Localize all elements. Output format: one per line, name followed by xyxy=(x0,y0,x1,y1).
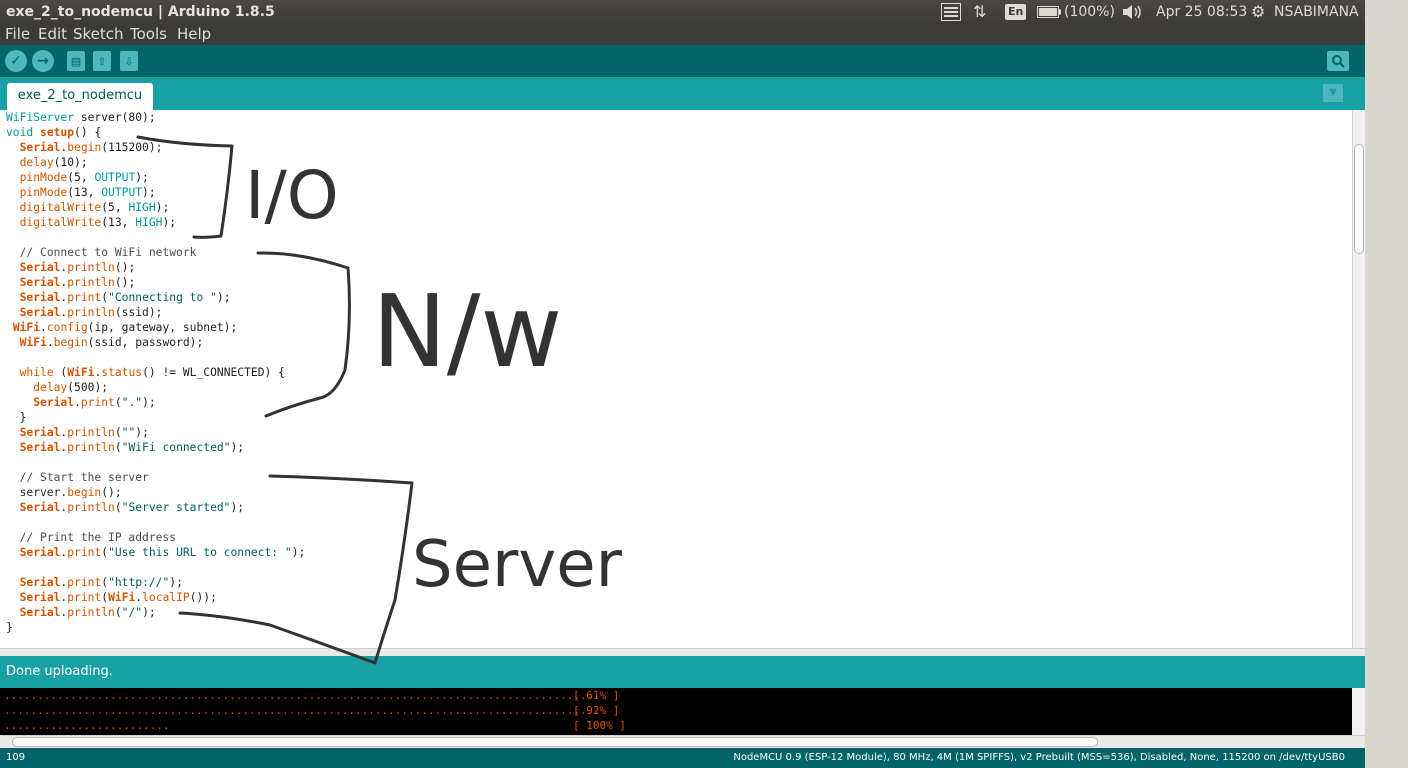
menu-edit[interactable]: Edit xyxy=(38,25,67,44)
status-message: Done uploading. xyxy=(6,664,113,679)
language-label: En xyxy=(1005,4,1027,20)
console-horizontal-scrollbar[interactable] xyxy=(0,735,1365,748)
open-button[interactable]: ⇧ xyxy=(93,51,111,71)
toolbar: ✓ → ▤ ⇧ ⇩ xyxy=(0,45,1365,77)
menu-file[interactable]: File xyxy=(5,25,30,44)
tab-sketch[interactable]: exe_2_to_nodemcu xyxy=(7,83,153,110)
list-menu-icon[interactable] xyxy=(941,0,961,24)
console-vertical-scrollbar[interactable] xyxy=(1352,688,1365,735)
upload-button[interactable]: → xyxy=(32,50,54,72)
menu-help[interactable]: Help xyxy=(177,25,211,44)
window-title: exe_2_to_nodemcu | Arduino 1.8.5 xyxy=(6,4,275,20)
menu-tools[interactable]: Tools xyxy=(130,25,167,44)
user-name[interactable]: NSABIMANA xyxy=(1274,0,1359,24)
volume-icon[interactable] xyxy=(1123,0,1143,24)
arrow-down-icon: ⇩ xyxy=(124,54,134,68)
desktop-background xyxy=(1365,0,1408,768)
check-icon: ✓ xyxy=(10,53,22,69)
battery-percent: (100%) xyxy=(1064,4,1115,20)
console-line: ........................................… xyxy=(4,689,620,702)
chevron-down-icon: ▼ xyxy=(1329,87,1337,98)
code-text: WiFiServer server(80); void setup() { Se… xyxy=(6,111,306,634)
tab-menu-button[interactable]: ▼ xyxy=(1323,84,1343,102)
board-info-bar: 109 NodeMCU 0.9 (ESP-12 Module), 80 MHz,… xyxy=(0,748,1365,768)
keyboard-language-indicator[interactable]: En xyxy=(1005,0,1027,24)
clock[interactable]: Apr 25 08:53 xyxy=(1156,0,1247,24)
console-line: .........................[ 100% ] xyxy=(4,719,626,732)
new-file-icon: ▤ xyxy=(70,54,82,68)
console-line: ........................................… xyxy=(4,704,620,717)
network-transfer-icon[interactable]: ⇅ xyxy=(973,0,986,24)
serial-monitor-button[interactable] xyxy=(1327,51,1349,71)
status-bar: Done uploading. xyxy=(0,656,1365,688)
battery-indicator[interactable]: (100%) xyxy=(1037,0,1115,24)
gear-icon[interactable]: ⚙ xyxy=(1251,0,1265,24)
verify-button[interactable]: ✓ xyxy=(5,50,27,72)
line-number: 109 xyxy=(6,752,26,763)
tab-bar: exe_2_to_nodemcu xyxy=(0,77,1365,110)
magnifier-icon xyxy=(1332,55,1345,68)
console-output[interactable]: ........................................… xyxy=(0,688,1352,735)
save-button[interactable]: ⇩ xyxy=(120,51,138,71)
battery-icon xyxy=(1037,6,1061,18)
editor-vertical-scrollbar[interactable] xyxy=(1352,110,1365,648)
menu-bar: File Edit Sketch Tools Help xyxy=(0,24,1365,45)
arduino-ide-window: exe_2_to_nodemcu | Arduino 1.8.5 ⇅ En (1… xyxy=(0,0,1365,768)
board-info: NodeMCU 0.9 (ESP-12 Module), 80 MHz, 4M … xyxy=(733,752,1345,763)
scrollbar-thumb[interactable] xyxy=(1354,144,1364,254)
new-button[interactable]: ▤ xyxy=(67,51,85,71)
scrollbar-thumb[interactable] xyxy=(12,737,1098,747)
arrow-up-icon: ⇧ xyxy=(97,54,107,68)
system-top-panel: exe_2_to_nodemcu | Arduino 1.8.5 ⇅ En (1… xyxy=(0,0,1365,24)
arrow-right-icon: → xyxy=(37,53,49,69)
menu-sketch[interactable]: Sketch xyxy=(73,25,124,44)
code-editor[interactable]: WiFiServer server(80); void setup() { Se… xyxy=(0,110,1352,648)
